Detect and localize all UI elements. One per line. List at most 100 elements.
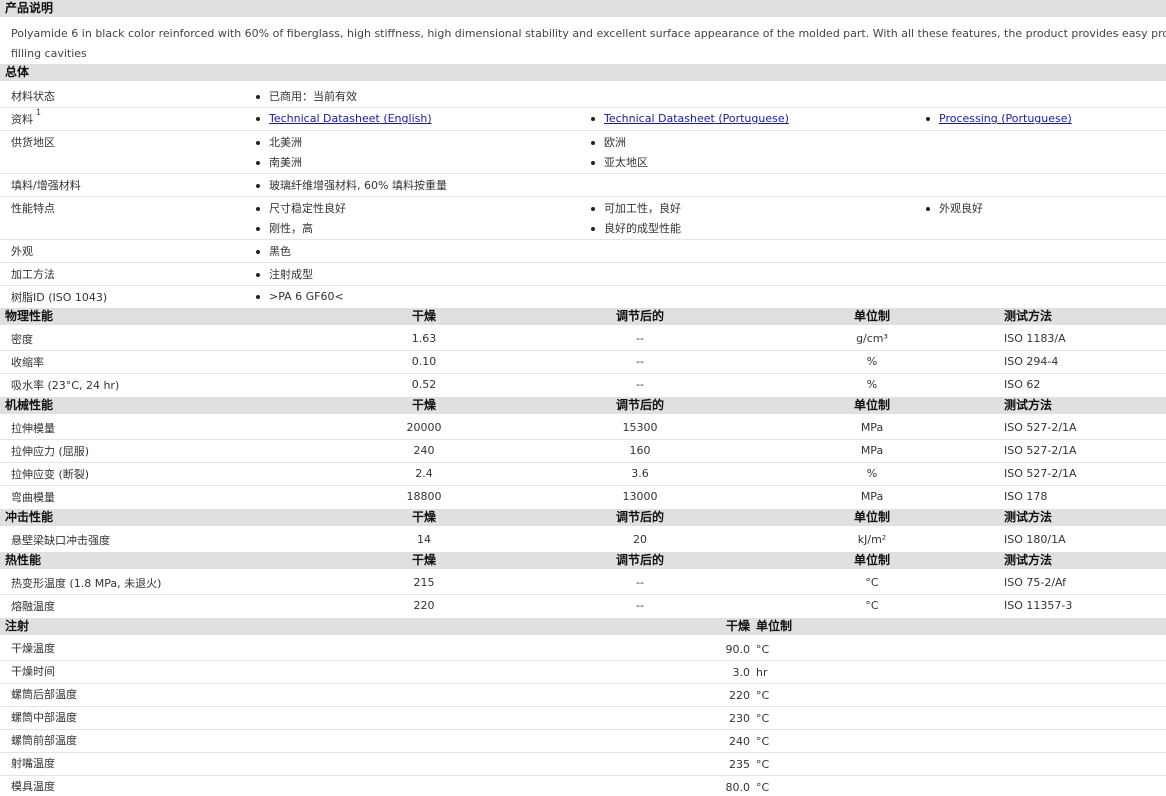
- value-text: 尺寸稳定性良好: [269, 202, 346, 215]
- link-datasheet-english[interactable]: Technical Datasheet (English): [269, 112, 432, 125]
- availability-item: 南美洲: [256, 154, 302, 170]
- row-divider: [0, 462, 1166, 463]
- injection-parameter-name: 螺筒后部温度: [11, 688, 77, 701]
- section-title: 总体: [5, 65, 30, 79]
- value-text: 亚太地区: [604, 156, 648, 169]
- injection-value: 90.0: [725, 643, 751, 656]
- resource-link-item: Technical Datasheet (Portuguese): [591, 112, 789, 125]
- feature-item: 尺寸稳定性良好: [256, 200, 346, 216]
- column-header-conditioned: 调节后的: [615, 510, 664, 524]
- value-text: 已商用：当前有效: [269, 90, 357, 103]
- injection-parameter-name: 模具温度: [11, 780, 55, 793]
- material-status-label: 材料状态: [11, 90, 55, 103]
- property-name: 热变形温度 (1.8 MPa, 未退火): [11, 577, 162, 590]
- section-title: 物理性能: [5, 309, 54, 323]
- injection-unit: °C: [756, 712, 770, 725]
- column-header-conditioned: 调节后的: [615, 309, 664, 323]
- resource-link-item: Technical Datasheet (English): [256, 112, 432, 125]
- value-text: 可加工性，良好: [604, 202, 681, 215]
- row-divider: [0, 173, 1166, 174]
- row-divider: [0, 752, 1166, 753]
- row-divider: [0, 729, 1166, 730]
- section-header-general: 总体: [0, 64, 1166, 81]
- value-test-method: ISO 527-2/1A: [1004, 467, 1077, 480]
- row-divider: [0, 196, 1166, 197]
- value-text: 注射成型: [269, 268, 313, 281]
- value-dry: 215: [413, 576, 435, 589]
- injection-unit: °C: [756, 689, 770, 702]
- bullet-icon: [256, 184, 260, 188]
- processing-method-value: 注射成型: [256, 266, 313, 282]
- value-dry: 2.4: [415, 467, 433, 480]
- bullet-icon: [926, 117, 930, 121]
- row-divider: [0, 775, 1166, 776]
- value-unit: kJ/m²: [857, 533, 887, 546]
- row-divider: [0, 439, 1166, 440]
- value-test-method: ISO 178: [1004, 490, 1048, 503]
- section-title: 冲击性能: [5, 510, 54, 524]
- value-dry: 220: [413, 599, 435, 612]
- bullet-icon: [256, 273, 260, 277]
- column-header-dry: 干燥: [411, 553, 436, 567]
- bullet-icon: [256, 227, 260, 231]
- feature-item: 刚性，高: [256, 220, 313, 236]
- column-header-test-method: 测试方法: [1004, 309, 1053, 323]
- bullet-icon: [256, 250, 260, 254]
- value-conditioned: 160: [629, 444, 651, 457]
- value-text: 刚性，高: [269, 222, 313, 235]
- column-header-conditioned: 调节后的: [615, 398, 664, 412]
- value-unit: MPa: [860, 490, 884, 503]
- value-test-method: ISO 294-4: [1004, 355, 1059, 368]
- value-text: 欧洲: [604, 136, 626, 149]
- resin-id-value: >PA 6 GF60<: [256, 290, 344, 303]
- injection-parameter-name: 干燥时间: [11, 665, 55, 678]
- value-dry: 240: [413, 444, 435, 457]
- availability-item: 亚太地区: [591, 154, 648, 170]
- property-name: 拉伸应变 (断裂): [11, 468, 90, 481]
- label-text: 资料: [11, 113, 33, 126]
- bullet-icon: [591, 227, 595, 231]
- column-header-test-method: 测试方法: [1004, 553, 1053, 567]
- appearance-value: 黑色: [256, 243, 291, 259]
- filler-label: 填料/增强材料: [11, 179, 81, 192]
- feature-item: 良好的成型性能: [591, 220, 681, 236]
- value-unit: %: [866, 467, 878, 480]
- section-title: 热性能: [5, 553, 42, 567]
- bullet-icon: [256, 161, 260, 165]
- injection-parameter-name: 螺筒中部温度: [11, 711, 77, 724]
- bullet-icon: [256, 95, 260, 99]
- availability-item: 欧洲: [591, 134, 626, 150]
- value-conditioned: 13000: [622, 490, 658, 503]
- value-conditioned: 15300: [622, 421, 658, 434]
- column-header-test-method: 测试方法: [1004, 398, 1053, 412]
- description-line-2: filling cavities: [11, 47, 87, 60]
- value-dry: 1.63: [411, 332, 437, 345]
- value-unit: °C: [865, 576, 879, 589]
- feature-item: 外观良好: [926, 200, 983, 216]
- injection-unit: °C: [756, 781, 770, 794]
- material-status-value: 已商用：当前有效: [256, 88, 357, 104]
- injection-value: 220: [729, 689, 750, 702]
- bullet-icon: [926, 207, 930, 211]
- property-name: 拉伸应力 (屈服): [11, 445, 90, 458]
- value-unit: MPa: [860, 421, 884, 434]
- availability-label: 供货地区: [11, 136, 55, 149]
- bullet-icon: [256, 117, 260, 121]
- value-conditioned: 20: [633, 533, 647, 546]
- value-conditioned: 3.6: [631, 467, 649, 480]
- link-processing-portuguese[interactable]: Processing (Portuguese): [939, 112, 1072, 125]
- section-title: 注射: [5, 619, 30, 633]
- injection-parameter-name: 射嘴温度: [11, 757, 55, 770]
- link-datasheet-portuguese[interactable]: Technical Datasheet (Portuguese): [604, 112, 789, 125]
- value-text: 良好的成型性能: [604, 222, 681, 235]
- row-divider: [0, 107, 1166, 108]
- processing-method-label: 加工方法: [11, 268, 55, 281]
- section-header-description: 产品说明: [0, 0, 1166, 17]
- filler-value: 玻璃纤维增强材料, 60% 填料按重量: [256, 177, 447, 193]
- property-name: 拉伸模量: [11, 422, 55, 435]
- value-dry: 0.52: [411, 378, 437, 391]
- value-dry: 18800: [406, 490, 442, 503]
- section-header-injection: 注射: [0, 618, 1166, 635]
- bullet-icon: [591, 141, 595, 145]
- bullet-icon: [256, 295, 260, 299]
